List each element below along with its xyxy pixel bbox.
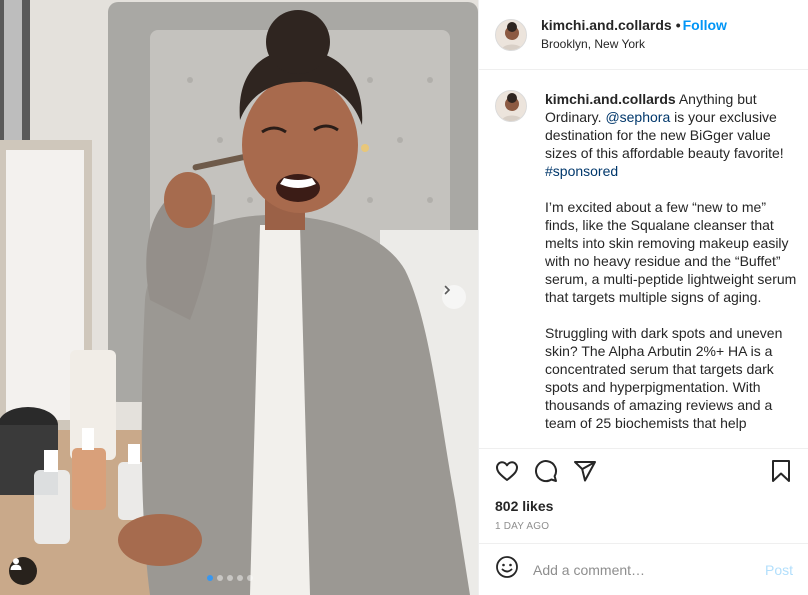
carousel-dot [227, 575, 233, 581]
caption: kimchi.and.collards Anything but Ordinar… [495, 90, 797, 448]
likes-count[interactable]: 802 likes [495, 497, 793, 515]
emoji-icon[interactable] [495, 555, 519, 584]
carousel-dot [217, 575, 223, 581]
caption-paragraph: kimchi.and.collards Anything but Ordinar… [545, 90, 797, 180]
paper-plane-icon [573, 459, 597, 488]
caption-text: kimchi.and.collards Anything but Ordinar… [545, 90, 797, 448]
caption-paragraph: Struggling with dark spots and uneven sk… [545, 325, 783, 431]
post-timestamp[interactable]: 1 DAY AGO [495, 521, 793, 533]
caption-paragraph: I’m excited about a few “new to me” find… [545, 199, 797, 305]
caption-avatar[interactable] [495, 90, 527, 122]
comment-bubble-icon [534, 459, 558, 488]
follow-button[interactable]: Follow [683, 17, 727, 33]
caption-scroll-area[interactable]: kimchi.and.collards Anything but Ordinar… [479, 70, 808, 448]
post-sidebar: kimchi.and.collards • Follow Brooklyn, New… [478, 0, 808, 595]
carousel-dot [237, 575, 243, 581]
comment-form: Post [479, 543, 808, 595]
photo-illustration [0, 0, 478, 595]
username-link[interactable]: kimchi.and.collards [541, 17, 672, 33]
hashtag-link[interactable]: #sponsored [545, 163, 618, 179]
action-icons-row [495, 449, 793, 497]
post-comment-button[interactable]: Post [765, 562, 793, 578]
post-actions: 802 likes 1 DAY AGO [479, 448, 808, 533]
caption-username-link[interactable]: kimchi.and.collards [545, 91, 676, 107]
post-header: kimchi.and.collards • Follow Brooklyn, New… [479, 0, 808, 70]
share-button[interactable] [573, 459, 597, 488]
separator-dot: • [675, 17, 681, 33]
location-link[interactable]: Brooklyn, New York [541, 35, 727, 53]
bookmark-icon [769, 459, 793, 488]
heart-icon [495, 459, 519, 488]
carousel-dot [207, 575, 213, 581]
carousel-dot [247, 575, 253, 581]
comment-button[interactable] [534, 459, 558, 488]
carousel-indicator [207, 575, 253, 581]
like-button[interactable] [495, 459, 519, 488]
post-photo[interactable] [0, 0, 478, 595]
save-button[interactable] [769, 459, 793, 488]
avatar[interactable] [495, 18, 527, 51]
tagged-users-button[interactable] [9, 557, 37, 585]
header-text: kimchi.and.collards • Follow Brooklyn, New… [541, 16, 727, 53]
comment-input[interactable] [533, 561, 765, 578]
next-photo-button[interactable] [442, 285, 466, 309]
mention-link[interactable]: @sephora [605, 109, 670, 125]
